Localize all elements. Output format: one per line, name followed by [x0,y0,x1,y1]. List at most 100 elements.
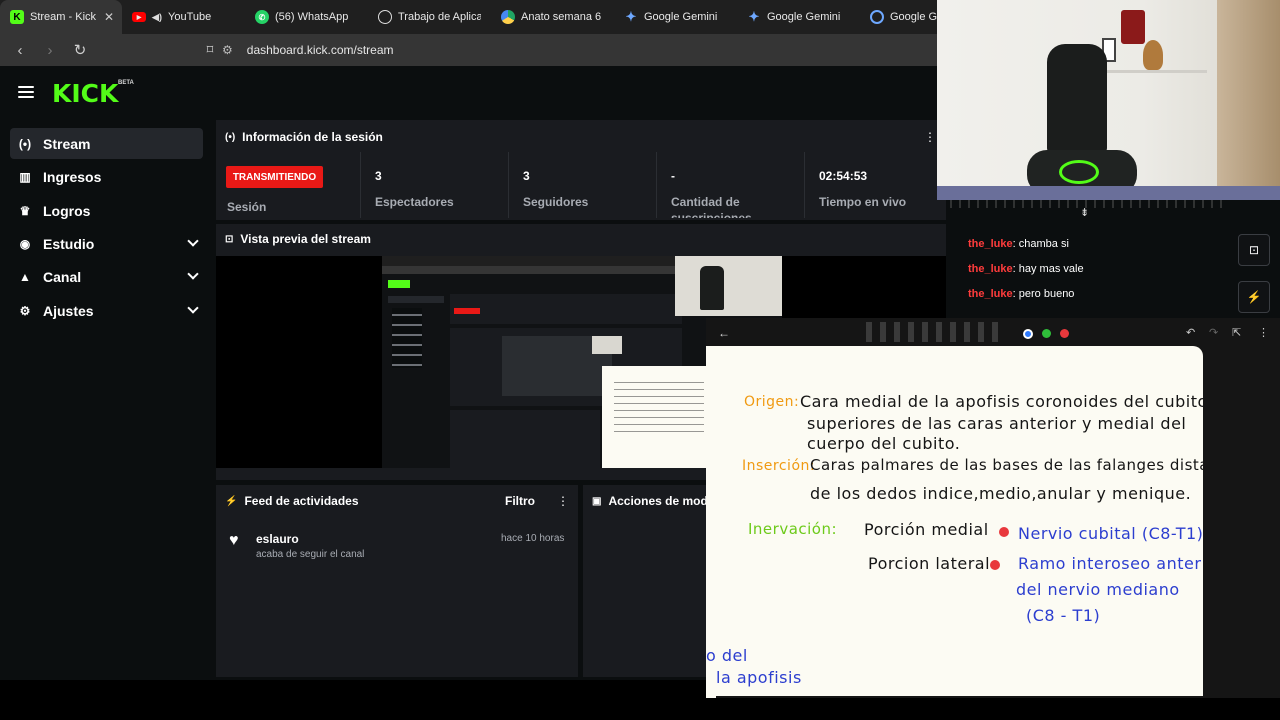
porcion-lateral: Porcion lateral [868,554,991,573]
insercion-line-1: Caras palmares de las bases de las falan… [810,456,1203,474]
color-blue-swatch[interactable] [1023,329,1033,339]
sidebar-item-canal[interactable]: ▲ Canal [10,261,203,292]
redo-icon[interactable]: ↷ [1209,326,1218,339]
chevron-down-icon [187,235,199,247]
prev-page-text-1: o del [706,646,748,665]
tab-label: Trabajo de Aplicac [398,11,481,23]
activity-feed-title: ⚡ Feed de actividades [225,494,359,508]
tab-label: Stream - Kick [30,11,97,23]
tab-kick[interactable]: K Stream - Kick ✕ [0,0,122,34]
sidebar-item-label: Canal [43,268,82,285]
address-bar[interactable]: ⚙ dashboard.kick.com/stream [222,38,942,62]
quick-action-button[interactable]: ⚡ [1238,281,1270,313]
notes-more-icon[interactable]: ⋮ [1258,326,1269,339]
kick-logo[interactable]: KICK [52,79,118,108]
porcion-medial: Porción medial [864,520,989,539]
color-red-swatch[interactable] [1060,329,1069,338]
webcam-chair-accent [1059,160,1099,184]
notes-page[interactable]: Origen: Cara medial de la apofisis coron… [706,346,1203,696]
chat-text: chamba si [1018,238,1069,250]
mini-session-panel [450,294,682,324]
tab-label: Google Ge [890,11,944,23]
filter-button[interactable]: Filtro [505,494,535,508]
mini-webcam-large [675,256,782,316]
stat-label: Espectadores [375,195,454,209]
url-text: dashboard.kick.com/stream [246,43,394,57]
tab-trabajo[interactable]: Trabajo de Aplicac [368,0,491,34]
chevron-down-icon [187,268,199,280]
sidebar-item-logros[interactable]: ♛ Logros [10,195,203,226]
mini-chair [700,266,724,310]
stat-value: 02:54:53 [819,169,868,183]
heart-icon: ♥ [229,532,239,549]
lateral-nerve-1: Ramo interoseo anterior [1018,554,1203,573]
chat-text: pero bueno [1018,288,1075,300]
mini-sidebar-items [392,308,422,368]
forward-icon[interactable]: › [38,38,62,62]
red-arrow-icon [990,560,1000,570]
tab-label: Google Gemini [644,11,718,23]
menu-icon[interactable] [18,86,34,98]
mini-webcam [592,336,622,354]
kick-header: KICK BETA [0,66,940,120]
sidebar-item-ajustes[interactable]: ⚙ Ajustes [10,295,203,326]
chart-icon: ▥ [19,169,31,184]
back-icon[interactable]: ‹ [8,38,32,62]
lightning-icon: ⚡ [225,495,238,507]
webcam-door [1217,0,1280,200]
stat-label: Tiempo en vivo [819,195,907,209]
share-icon[interactable]: ⇱ [1232,326,1241,339]
chat-scroll-down-icon[interactable]: ⇟ [1080,206,1089,219]
stat-label: Cantidad de suscripciones [671,195,752,218]
more-options-icon[interactable]: ⋮ [924,130,936,144]
tab-whatsapp[interactable]: ✆ (56) WhatsApp [245,0,368,34]
chat-message: the_luke: chamba si [968,238,1069,250]
activity-feed-panel [216,485,578,677]
chat-username[interactable]: the_luke [968,238,1013,250]
feed-user[interactable]: eslauro [256,532,299,546]
webcam-jersey [1121,10,1145,44]
stat-value: 3 [523,169,530,183]
youtube-favicon-icon: ▶ [132,12,146,22]
sidebar-item-label: Stream [43,135,91,152]
origen-line-3: cuerpo del cubito. [807,434,961,453]
kick-favicon-icon: K [10,10,24,24]
taskbar-area [0,680,706,720]
undo-icon[interactable]: ↶ [1186,326,1195,339]
bookmark-icon[interactable]: ⌑ [198,38,222,62]
gear-icon: ⚙ [19,303,31,318]
preview-title: Vista previa del stream [240,232,371,246]
stream-icon: (•) [18,136,32,151]
color-green-swatch[interactable] [1042,329,1051,338]
sidebar-item-ingresos[interactable]: ▥ Ingresos [10,161,203,192]
feed-action: acaba de seguir el canal [256,549,365,560]
insercion-line-2: de los dedos indice,medio,anular y meniq… [810,484,1192,503]
screenshot-button[interactable]: ⊡ [1238,234,1270,266]
gemini-favicon-icon: ✦ [625,9,637,24]
chat-username[interactable]: the_luke [968,288,1013,300]
tab-label: Google Gemini [767,11,841,23]
close-tab-icon[interactable]: ✕ [104,10,114,24]
tab-gemini-1[interactable]: ✦ Google Gemini [614,0,737,34]
stat-value: 3 [375,169,382,183]
tab-gemini-2[interactable]: ✦ Google Gemini [737,0,860,34]
webcam-shelf [1097,70,1207,73]
feed-more-icon[interactable]: ⋮ [557,494,569,508]
site-info-icon[interactable]: ⚙ [222,43,233,57]
chat-username[interactable]: the_luke [968,263,1013,275]
tab-youtube[interactable]: ▶ ◀) YouTube [122,0,245,34]
back-arrow-icon[interactable]: ← [718,326,730,340]
webcam-teddy-bear [1143,40,1163,70]
chat-text: hay mas vale [1018,263,1084,275]
tab-anato[interactable]: Anato semana 6 [491,0,614,34]
screen: K Stream - Kick ✕ ▶ ◀) YouTube ✆ (56) Wh… [0,0,1280,720]
feed-time: hace 10 horas [501,533,565,544]
globe-favicon-icon [378,10,392,24]
pen-toolbar[interactable] [866,322,1006,342]
reload-icon[interactable]: ↻ [68,38,92,62]
chat-message: the_luke: hay mas vale [968,263,1084,275]
broadcast-icon: (•) [225,131,236,143]
drive-favicon-icon [501,10,515,24]
sidebar-item-estudio[interactable]: ◉ Estudio [10,228,203,259]
sidebar-item-stream[interactable]: (•) Stream [10,128,203,159]
